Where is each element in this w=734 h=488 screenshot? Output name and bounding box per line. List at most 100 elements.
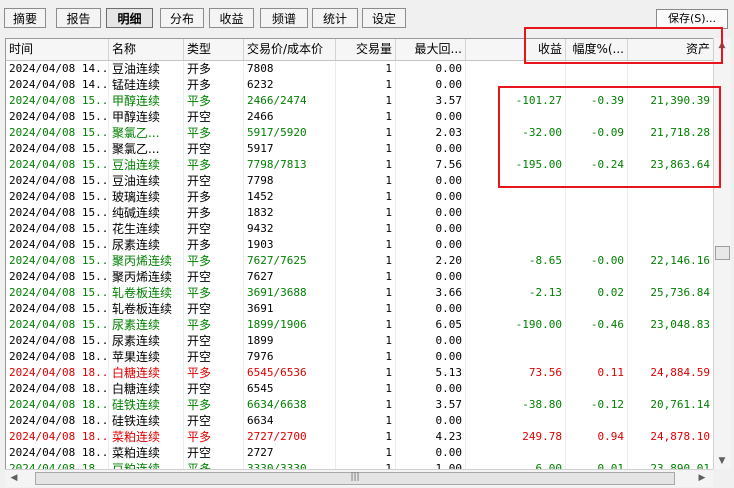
column-header-pct[interactable]: 幅度%(... [566,39,628,60]
save-button[interactable]: 保存(S)... [656,9,728,29]
scroll-up-icon[interactable]: ▲ [715,38,729,52]
cell-pct [566,301,628,317]
cell-vol: 1 [336,285,396,301]
table-row[interactable]: 2024/04/08 15... 豆油连续 开空 7798 1 0.00 [6,173,714,189]
table-row[interactable]: 2024/04/08 15... 花生连续 开空 9432 1 0.00 [6,221,714,237]
cell-dd: 0.00 [396,301,466,317]
cell-vol: 1 [336,317,396,333]
table-row[interactable]: 2024/04/08 15... 尿素连续 开多 1903 1 0.00 [6,237,714,253]
cell-vol: 1 [336,301,396,317]
tab-6[interactable]: 统计 [312,8,358,28]
vertical-scroll-thumb[interactable] [715,246,730,260]
cell-type: 平多 [184,253,244,269]
column-header-type[interactable]: 类型 [184,39,244,60]
table-row[interactable]: 2024/04/08 18... 苹果连续 开空 7976 1 0.00 [6,349,714,365]
table-row[interactable]: 2024/04/08 18... 菜粕连续 开空 2727 1 0.00 [6,445,714,461]
tab-7[interactable]: 设定 [362,8,406,28]
cell-dd: 0.00 [396,269,466,285]
cell-type: 平多 [184,285,244,301]
table-row[interactable]: 2024/04/08 15... 纯碱连续 开多 1832 1 0.00 [6,205,714,221]
cell-name: 豆油连续 [109,173,184,189]
cell-time: 2024/04/08 15... [6,205,109,221]
table-row[interactable]: 2024/04/08 15... 轧卷板连续 平多 3691/3688 1 3.66 -2.… [6,285,714,301]
table-row[interactable]: 2024/04/08 15... 聚氯乙... 开空 5917 1 0.00 [6,141,714,157]
cell-asset [628,413,714,429]
scroll-right-icon[interactable]: ▶ [695,471,709,485]
cell-asset [628,61,714,77]
tab-5[interactable]: 频谱 [260,8,308,28]
table-row[interactable]: 2024/04/08 18... 白糖连续 平多 6545/6536 1 5.13 73.5… [6,365,714,381]
cell-vol: 1 [336,221,396,237]
cell-profit [466,61,566,77]
cell-asset [628,221,714,237]
cell-price: 5917/5920 [244,125,336,141]
cell-pct [566,205,628,221]
cell-dd: 7.56 [396,157,466,173]
scroll-left-icon[interactable]: ◀ [7,471,21,485]
tab-4[interactable]: 收益 [209,8,254,28]
cell-profit [466,349,566,365]
vertical-scrollbar[interactable]: ▲ ▼ [713,38,731,469]
table-row[interactable]: 2024/04/08 15... 尿素连续 平多 1899/1906 1 6.05 -190… [6,317,714,333]
column-header-name[interactable]: 名称 [109,39,184,60]
cell-asset: 24,884.59 [628,365,714,381]
table-row[interactable]: 2024/04/08 18... 白糖连续 开空 6545 1 0.00 [6,381,714,397]
cell-time: 2024/04/08 15... [6,157,109,173]
table-row[interactable]: 2024/04/08 15... 聚氯乙... 平多 5917/5920 1 2.03 -3… [6,125,714,141]
table-row[interactable]: 2024/04/08 15... 甲醇连续 开空 2466 1 0.00 [6,109,714,125]
column-header-asset[interactable]: 资产 [628,39,714,60]
cell-pct [566,381,628,397]
table-row[interactable]: 2024/04/08 18... 硅铁连续 开空 6634 1 0.00 [6,413,714,429]
table-row[interactable]: 2024/04/08 15... 豆油连续 平多 7798/7813 1 7.56 -195… [6,157,714,173]
table-row[interactable]: 2024/04/08 14... 豆油连续 开多 7808 1 0.00 [6,61,714,77]
cell-profit: -2.13 [466,285,566,301]
table-body: 2024/04/08 14... 豆油连续 开多 7808 1 0.00 2024/04/0… [6,61,714,470]
column-header-time[interactable]: 时间 [6,39,109,60]
cell-type: 开空 [184,109,244,125]
cell-time: 2024/04/08 15... [6,125,109,141]
column-header-price[interactable]: 交易价/成本价 [244,39,336,60]
cell-asset: 22,146.16 [628,253,714,269]
table-row[interactable]: 2024/04/08 15... 尿素连续 开空 1899 1 0.00 [6,333,714,349]
cell-dd: 0.00 [396,237,466,253]
cell-vol: 1 [336,381,396,397]
cell-time: 2024/04/08 15... [6,141,109,157]
cell-price: 1903 [244,237,336,253]
cell-name: 锰硅连续 [109,77,184,93]
table-row[interactable]: 2024/04/08 15... 轧卷板连续 开空 3691 1 0.00 [6,301,714,317]
table-row[interactable]: 2024/04/08 15... 甲醇连续 平多 2466/2474 1 3.57 -101… [6,93,714,109]
table-row[interactable]: 2024/04/08 18... 硅铁连续 平多 6634/6638 1 3.57 -38.… [6,397,714,413]
cell-time: 2024/04/08 18... [6,365,109,381]
cell-vol: 1 [336,189,396,205]
cell-profit [466,333,566,349]
cell-profit [466,445,566,461]
tab-3[interactable]: 分布 [160,8,204,28]
tab-0[interactable]: 摘要 [4,8,46,28]
table-row[interactable]: 2024/04/08 14... 锰硅连续 开多 6232 1 0.00 [6,77,714,93]
column-header-dd[interactable]: 最大回... [396,39,466,60]
cell-time: 2024/04/08 15... [6,317,109,333]
horizontal-scrollbar[interactable]: ◀ ||| ▶ [5,469,713,487]
cell-vol: 1 [336,333,396,349]
cell-vol: 1 [336,109,396,125]
column-header-vol[interactable]: 交易量 [336,39,396,60]
horizontal-scroll-thumb[interactable]: ||| [35,472,675,485]
cell-dd: 2.20 [396,253,466,269]
cell-name: 甲醇连续 [109,93,184,109]
cell-vol: 1 [336,413,396,429]
table-row[interactable]: 2024/04/08 15... 玻璃连续 开多 1452 1 0.00 [6,189,714,205]
scroll-down-icon[interactable]: ▼ [715,454,729,468]
tab-bar: 摘要 报告 明细 分布 收益 频谱 统计 设定 [0,0,734,34]
cell-pct [566,445,628,461]
cell-profit [466,189,566,205]
column-header-profit[interactable]: 收益 [466,39,566,60]
tab-2[interactable]: 明细 [106,8,153,28]
table-row[interactable]: 2024/04/08 15... 聚丙烯连续 平多 7627/7625 1 2.20 -8.… [6,253,714,269]
table-row[interactable]: 2024/04/08 18... 菜粕连续 平多 2727/2700 1 4.23 249.… [6,429,714,445]
cell-type: 平多 [184,125,244,141]
cell-asset [628,301,714,317]
cell-dd: 6.05 [396,317,466,333]
cell-type: 开多 [184,189,244,205]
table-row[interactable]: 2024/04/08 15... 聚丙烯连续 开空 7627 1 0.00 [6,269,714,285]
tab-1[interactable]: 报告 [56,8,101,28]
